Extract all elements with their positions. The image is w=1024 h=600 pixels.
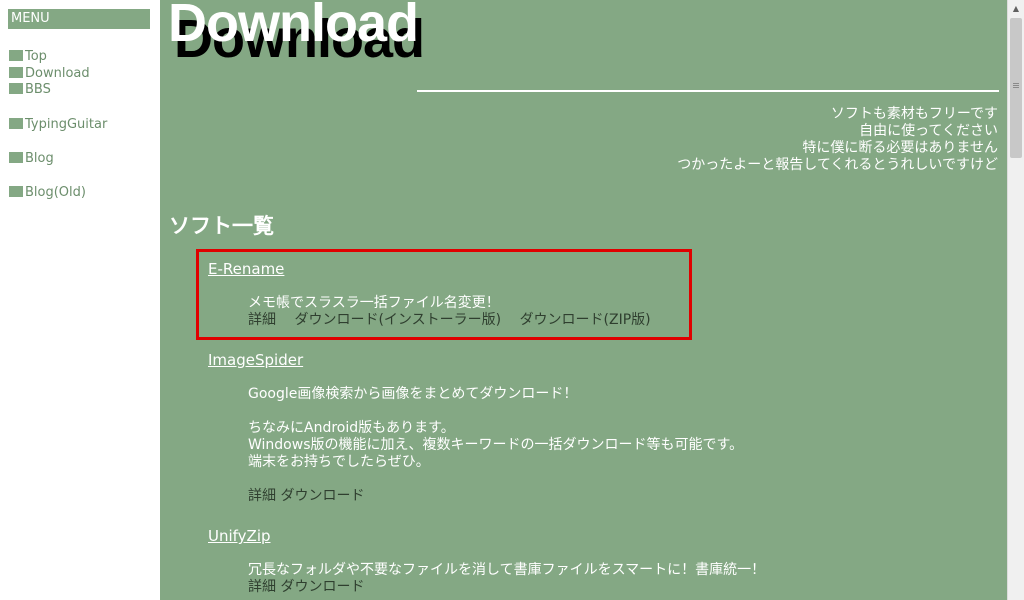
- section-title: ソフト一覧: [169, 214, 274, 238]
- vertical-scrollbar[interactable]: ▲: [1007, 0, 1024, 600]
- detail-link[interactable]: 詳細: [248, 488, 276, 504]
- nav-item-top[interactable]: Top: [9, 49, 47, 65]
- nav-item-download[interactable]: Download: [9, 66, 90, 82]
- sidebar: MENU Top Download BBS TypingGuitar Blog …: [0, 0, 160, 600]
- nav-item-blog-old[interactable]: Blog(Old): [9, 185, 86, 201]
- software-name-link[interactable]: ImageSpider: [208, 352, 743, 369]
- software-description: メモ帳でスラスラ一括ファイル名変更！: [248, 295, 500, 311]
- bullet-icon: [9, 67, 23, 78]
- scrollbar-thumb[interactable]: [1010, 18, 1022, 158]
- menu-title: MENU: [8, 9, 150, 29]
- detail-link[interactable]: 詳細: [248, 312, 276, 328]
- software-entry-unifyzip: UnifyZip 冗長なフォルダや不要なファイルを消して書庫ファイルをスマートに…: [208, 528, 765, 596]
- software-name-link[interactable]: E-Rename: [208, 261, 651, 278]
- nav-item-blog[interactable]: Blog: [9, 151, 54, 167]
- software-links: 詳細 ダウンロード: [248, 488, 743, 505]
- software-description: Windows版の機能に加え、複数キーワードの一括ダウンロード等も可能です。: [248, 437, 744, 453]
- bullet-icon: [9, 152, 23, 163]
- nav-label: Download: [25, 66, 90, 81]
- scroll-up-arrow-icon[interactable]: ▲: [1008, 0, 1024, 17]
- intro-line: つかったよーと報告してくれるとうれしいですけど: [677, 157, 998, 173]
- detail-link[interactable]: 詳細: [248, 579, 276, 595]
- grip-icon: [1013, 83, 1019, 84]
- nav-label: Blog(Old): [25, 185, 86, 200]
- software-entry-e-rename: E-Rename メモ帳でスラスラ一括ファイル名変更！ 詳細 ダウンロード(イン…: [208, 261, 651, 329]
- software-description: ちなみにAndroid版もあります。: [248, 420, 455, 436]
- bullet-icon: [9, 118, 23, 129]
- nav-label: Blog: [25, 151, 54, 166]
- bullet-icon: [9, 50, 23, 61]
- main-content: Download Download ソフトも素材もフリーです 自由に使ってくださ…: [160, 0, 1007, 600]
- download-zip-link[interactable]: ダウンロード(ZIP版): [520, 312, 651, 328]
- download-link[interactable]: ダウンロード: [280, 488, 364, 504]
- nav-item-bbs[interactable]: BBS: [9, 82, 51, 98]
- software-name-link[interactable]: UnifyZip: [208, 528, 765, 545]
- download-installer-link[interactable]: ダウンロード(インストーラー版): [294, 312, 501, 328]
- page-title-text: Download: [168, 0, 419, 53]
- nav-item-typingguitar[interactable]: TypingGuitar: [9, 117, 107, 133]
- page-title: Download Download: [168, 0, 568, 70]
- software-entry-imagespider: ImageSpider Google画像検索から画像をまとめてダウンロード！ ち…: [208, 352, 743, 505]
- title-divider: [417, 90, 999, 92]
- intro-text: ソフトも素材もフリーです 自由に使ってください 特に僕に断る必要はありません つ…: [677, 106, 998, 174]
- nav-label: Top: [25, 49, 47, 64]
- software-links: 詳細 ダウンロード: [248, 579, 765, 596]
- bullet-icon: [9, 186, 23, 197]
- software-links: 詳細 ダウンロード(インストーラー版) ダウンロード(ZIP版): [248, 312, 651, 329]
- nav-label: TypingGuitar: [25, 117, 108, 132]
- download-link[interactable]: ダウンロード: [280, 579, 364, 595]
- intro-line: 自由に使ってください: [859, 123, 998, 139]
- nav-label: BBS: [25, 82, 51, 97]
- software-description: Google画像検索から画像をまとめてダウンロード！: [248, 386, 578, 402]
- bullet-icon: [9, 83, 23, 94]
- intro-line: 特に僕に断る必要はありません: [802, 140, 998, 156]
- intro-line: ソフトも素材もフリーです: [830, 106, 998, 122]
- software-description: 端末をお持ちでしたらぜひ。: [248, 454, 430, 470]
- software-description: 冗長なフォルダや不要なファイルを消して書庫ファイルをスマートに！書庫統一！: [248, 562, 766, 578]
